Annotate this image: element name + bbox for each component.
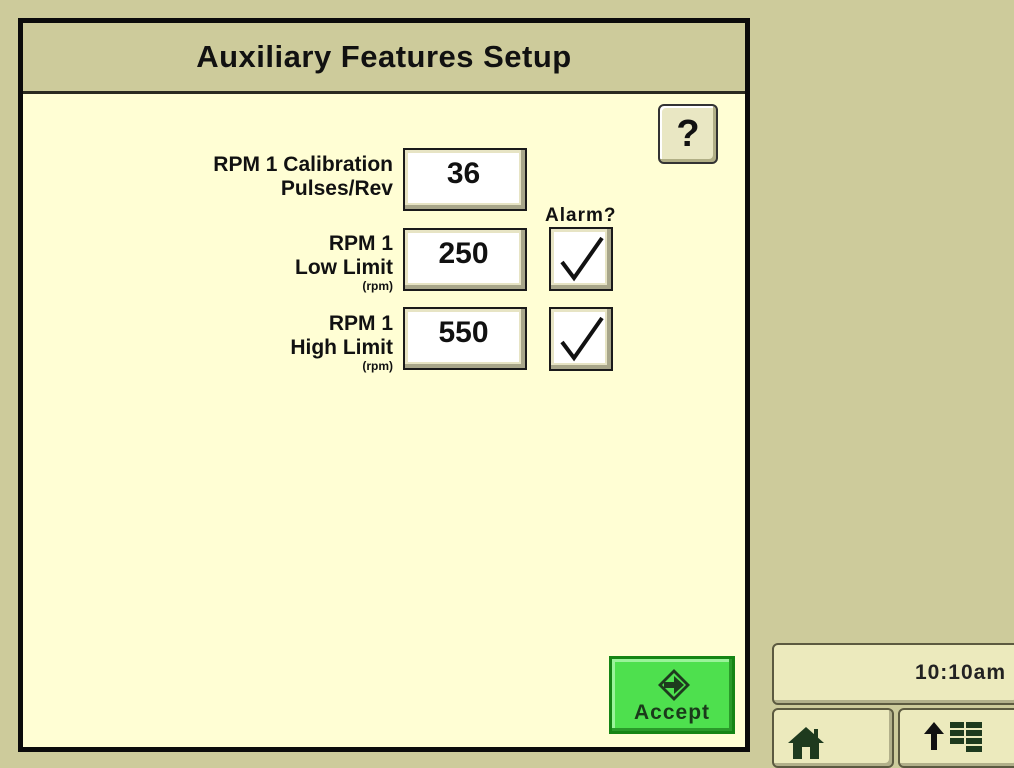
low-limit-label: RPM 1 Low Limit (rpm) [103, 232, 393, 292]
menu-button[interactable] [898, 708, 1014, 768]
accept-label: Accept [633, 701, 711, 724]
high-limit-value: 550 [408, 312, 519, 362]
checkmark-icon [560, 316, 604, 362]
high-limit-alarm-checkbox[interactable] [549, 307, 613, 371]
high-limit-label: RPM 1 High Limit (rpm) [103, 312, 393, 372]
low-limit-label-line2: Low Limit [295, 256, 393, 279]
low-limit-alarm-checkbox[interactable] [549, 227, 613, 291]
low-limit-unit: (rpm) [362, 279, 393, 293]
clock-time: 10:10am [914, 661, 1006, 684]
page-title: Auxiliary Features Setup [196, 39, 572, 74]
calibration-input[interactable]: 36 [403, 148, 527, 211]
setup-panel: Auxiliary Features Setup ? RPM 1 Calibra… [18, 18, 750, 752]
home-icon [788, 727, 824, 759]
calibration-label-line1: RPM 1 Calibration [213, 153, 393, 176]
low-limit-alarm-checkbox-face [554, 232, 605, 283]
accept-button[interactable]: Accept [609, 656, 735, 734]
clock-display: 10:10am [772, 643, 1014, 705]
arrow-in-diamond-icon [658, 669, 690, 701]
high-limit-label-line1: RPM 1 [328, 312, 393, 335]
low-limit-label-line1: RPM 1 [328, 232, 393, 255]
title-bar: Auxiliary Features Setup [23, 23, 745, 94]
help-button[interactable]: ? [658, 104, 718, 164]
high-limit-alarm-checkbox-face [554, 312, 605, 363]
calibration-label: RPM 1 Calibration Pulses/Rev [103, 153, 393, 201]
high-limit-label-line2: High Limit [290, 336, 393, 359]
up-arrow-menu-icon [924, 722, 982, 752]
low-limit-input[interactable]: 250 [403, 228, 527, 291]
alarm-column-header: Alarm? [545, 205, 617, 226]
home-button[interactable] [772, 708, 894, 768]
low-limit-value: 250 [408, 233, 519, 283]
high-limit-input[interactable]: 550 [403, 307, 527, 370]
checkmark-icon [560, 236, 604, 282]
calibration-label-line2: Pulses/Rev [280, 177, 393, 200]
calibration-value: 36 [408, 153, 519, 203]
high-limit-unit: (rpm) [362, 359, 393, 373]
